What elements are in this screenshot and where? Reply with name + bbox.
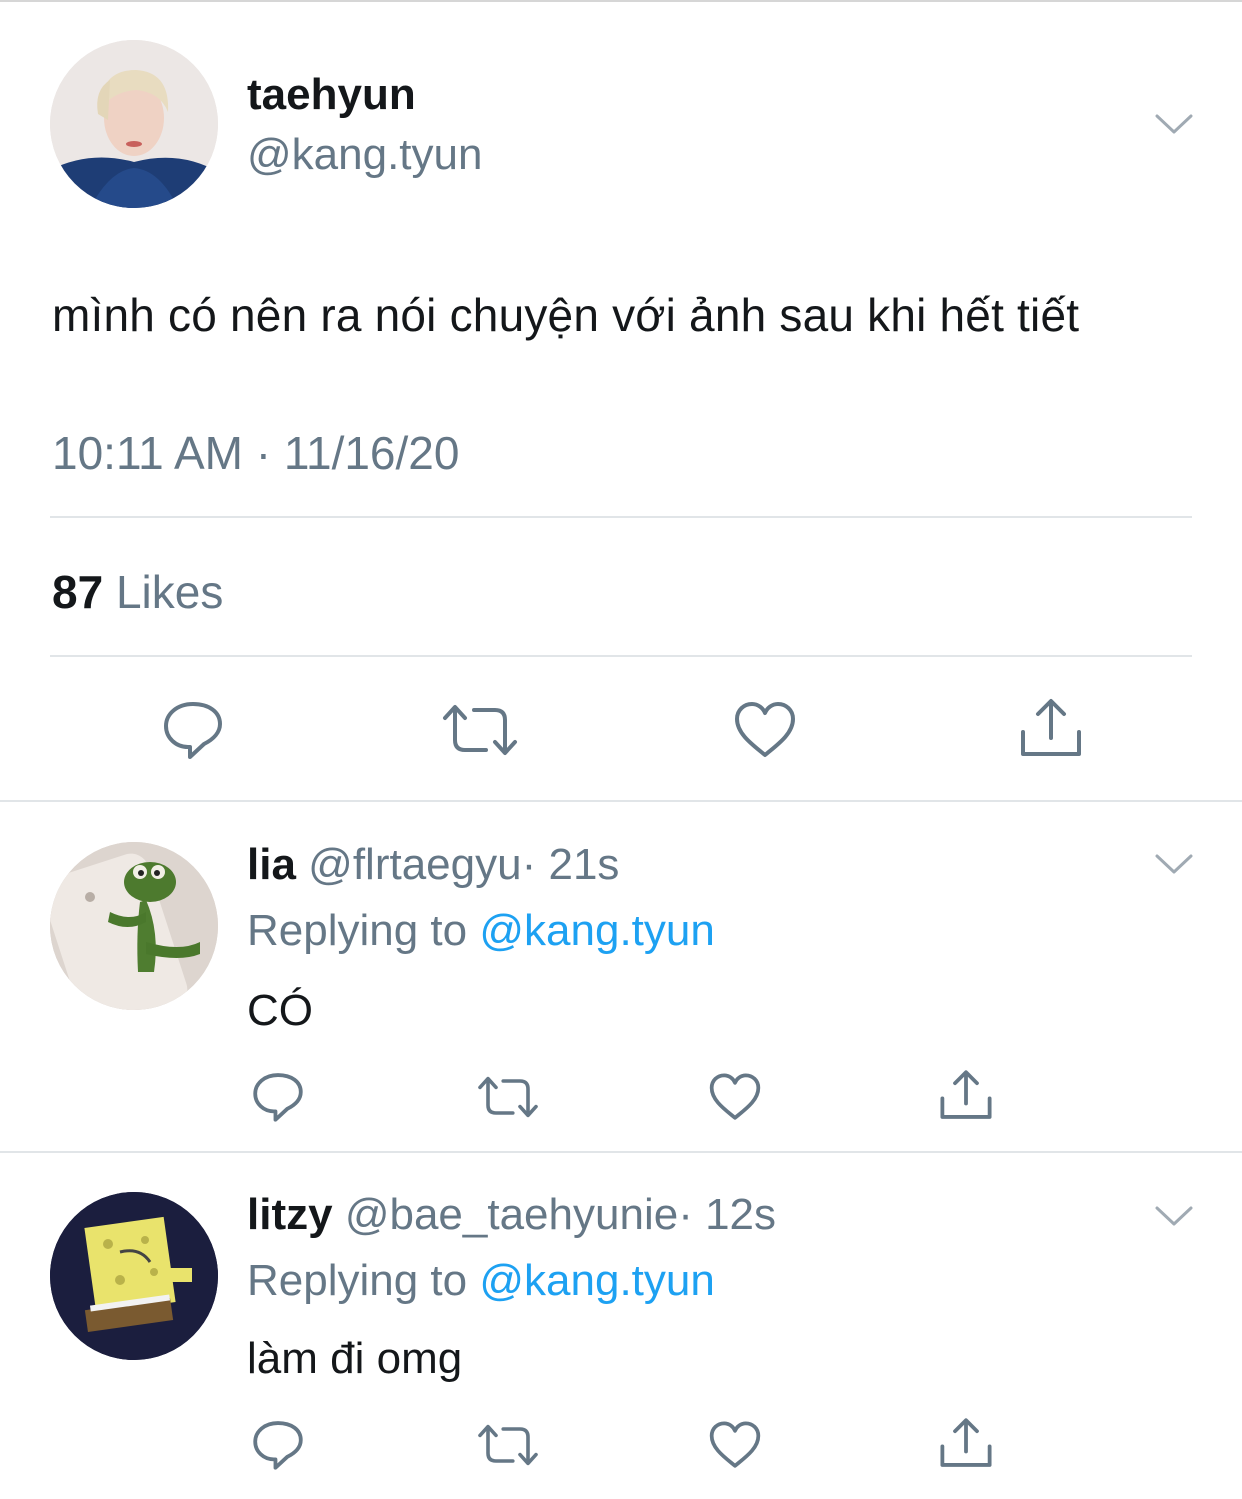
- like-icon[interactable]: [708, 1420, 762, 1470]
- tweet-text: mình có nên ra nói chuyện với ảnh sau kh…: [52, 289, 1080, 341]
- chevron-down-icon[interactable]: [1154, 112, 1194, 136]
- divider: [0, 1151, 1242, 1153]
- like-icon[interactable]: [708, 1072, 762, 1122]
- reply-icon[interactable]: [160, 698, 226, 762]
- share-icon[interactable]: [938, 1068, 994, 1122]
- avatar[interactable]: [50, 1192, 218, 1360]
- divider: [0, 800, 1242, 802]
- retweet-icon[interactable]: [476, 1421, 540, 1469]
- reply-author-name[interactable]: lia: [247, 840, 296, 889]
- chevron-down-icon[interactable]: [1154, 852, 1194, 876]
- likes-count[interactable]: 87 Likes: [52, 565, 223, 619]
- avatar[interactable]: [50, 40, 218, 208]
- author-handle[interactable]: @kang.tyun: [247, 130, 482, 180]
- reply-text: làm đi omg: [247, 1334, 463, 1383]
- replying-to: Replying to @kang.tyun: [247, 1256, 715, 1305]
- top-divider: [0, 0, 1242, 2]
- reply-header: litzy @bae_taehyunie· 12s: [247, 1190, 776, 1240]
- avatar[interactable]: [50, 842, 218, 1010]
- author-name[interactable]: taehyun: [247, 70, 416, 120]
- chevron-down-icon[interactable]: [1154, 1204, 1194, 1228]
- reply-time: · 21s: [521, 840, 620, 889]
- like-icon[interactable]: [733, 700, 797, 760]
- reply-author-name[interactable]: litzy: [247, 1190, 333, 1239]
- retweet-icon[interactable]: [440, 700, 520, 760]
- reply-author-handle[interactable]: @flrtaegyu: [308, 840, 521, 889]
- divider: [50, 655, 1192, 657]
- reply-icon[interactable]: [250, 1418, 306, 1472]
- reply-icon[interactable]: [250, 1070, 306, 1124]
- reply-header: lia @flrtaegyu· 21s: [247, 840, 619, 890]
- reply-text: CÓ: [247, 986, 313, 1035]
- reply-author-handle[interactable]: @bae_taehyunie: [345, 1190, 678, 1239]
- reply-time: · 12s: [678, 1190, 777, 1239]
- mention-link[interactable]: @kang.tyun: [479, 906, 714, 955]
- tweet-timestamp[interactable]: 10:11 AM · 11/16/20: [52, 426, 459, 480]
- share-icon[interactable]: [1018, 696, 1084, 760]
- retweet-icon[interactable]: [476, 1073, 540, 1121]
- divider: [50, 516, 1192, 518]
- share-icon[interactable]: [938, 1416, 994, 1470]
- replying-to: Replying to @kang.tyun: [247, 906, 715, 955]
- mention-link[interactable]: @kang.tyun: [479, 1256, 714, 1305]
